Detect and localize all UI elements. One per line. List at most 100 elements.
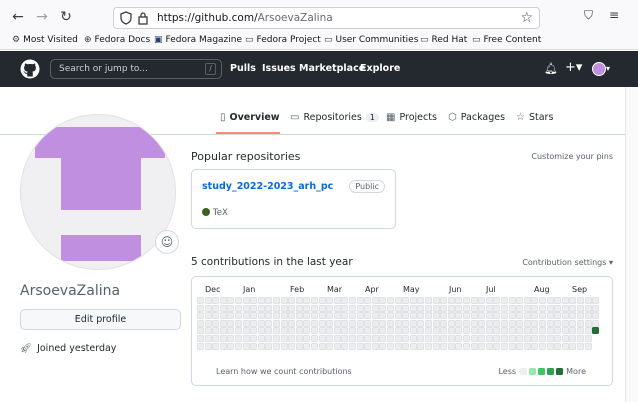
contribution-day[interactable]	[318, 312, 326, 320]
contribution-day[interactable]	[349, 327, 356, 335]
contribution-day[interactable]	[440, 304, 448, 312]
page-scrollbar[interactable]	[625, 87, 638, 402]
contribution-day[interactable]	[288, 327, 296, 335]
contribution-day[interactable]	[516, 312, 524, 320]
plus-dropdown-icon[interactable]: +▾	[565, 60, 582, 75]
contribution-day[interactable]	[326, 312, 334, 320]
contribution-day[interactable]	[341, 312, 349, 320]
contribution-day[interactable]	[417, 327, 425, 335]
contribution-day[interactable]	[280, 319, 288, 327]
contribution-day[interactable]	[235, 319, 242, 327]
contribution-day[interactable]	[212, 327, 220, 335]
contribution-day[interactable]	[280, 297, 288, 304]
contribution-day[interactable]	[402, 319, 410, 327]
contribution-day[interactable]	[409, 327, 417, 335]
contribution-day[interactable]	[577, 319, 584, 327]
contribution-day[interactable]	[425, 312, 432, 320]
contribution-day[interactable]	[318, 297, 326, 304]
contribution-day[interactable]	[303, 319, 311, 327]
contribution-day[interactable]	[447, 342, 455, 350]
user-avatar-menu[interactable]	[592, 62, 606, 76]
contribution-day[interactable]	[387, 312, 394, 320]
contribution-day[interactable]	[447, 335, 455, 342]
contribution-day[interactable]	[235, 312, 242, 320]
contribution-day[interactable]	[288, 304, 296, 312]
contribution-day[interactable]	[539, 312, 546, 320]
bookmark-user-communities[interactable]: ▭ User Communities	[324, 35, 418, 45]
contribution-day[interactable]	[364, 327, 372, 335]
contribution-day[interactable]	[387, 342, 394, 350]
contribution-day[interactable]	[493, 304, 501, 312]
contribution-day[interactable]	[501, 319, 508, 327]
contribution-day[interactable]	[219, 327, 227, 335]
tab-overview[interactable]: ▯ Overview	[220, 112, 280, 123]
contribution-day[interactable]	[379, 327, 387, 335]
contribution-day[interactable]	[584, 319, 592, 327]
contribution-day[interactable]	[212, 312, 220, 320]
contribution-day[interactable]	[371, 342, 379, 350]
contribution-day[interactable]	[288, 297, 296, 304]
contribution-day[interactable]	[311, 342, 318, 350]
contribution-day[interactable]	[478, 327, 486, 335]
contribution-day[interactable]	[402, 304, 410, 312]
contribution-day[interactable]	[493, 297, 501, 304]
contribution-day[interactable]	[561, 335, 569, 342]
contribution-day[interactable]	[485, 312, 493, 320]
contribution-day[interactable]	[561, 297, 569, 304]
contribution-day[interactable]	[546, 304, 554, 312]
contribution-day[interactable]	[311, 319, 318, 327]
contribution-day[interactable]	[364, 297, 372, 304]
contribution-day[interactable]	[470, 319, 478, 327]
contribution-day[interactable]	[349, 312, 356, 320]
contribution-day[interactable]	[508, 304, 516, 312]
contribution-day[interactable]	[463, 335, 470, 342]
contribution-day[interactable]	[409, 304, 417, 312]
contribution-day[interactable]	[250, 335, 258, 342]
contribution-day[interactable]	[257, 319, 265, 327]
contribution-day[interactable]	[523, 297, 531, 304]
contribution-day[interactable]	[455, 304, 463, 312]
contribution-day[interactable]	[326, 319, 334, 327]
bookmark-red-hat[interactable]: ▭ Red Hat	[420, 35, 467, 45]
contribution-day[interactable]	[197, 342, 204, 350]
contribution-day[interactable]	[577, 327, 584, 335]
contribution-day[interactable]	[463, 297, 470, 304]
contribution-day[interactable]	[371, 312, 379, 320]
reload-icon[interactable]: ↻	[56, 7, 76, 27]
contribution-day[interactable]	[250, 304, 258, 312]
contribution-day[interactable]	[295, 342, 303, 350]
menu-icon[interactable]: ≡	[609, 8, 619, 22]
contribution-day[interactable]	[280, 342, 288, 350]
contribution-day[interactable]	[394, 312, 402, 320]
contribution-day[interactable]	[539, 335, 546, 342]
contribution-day[interactable]	[455, 342, 463, 350]
contribution-day[interactable]	[569, 335, 577, 342]
contribution-day[interactable]	[295, 304, 303, 312]
contribution-day[interactable]	[318, 335, 326, 342]
contribution-day[interactable]	[470, 312, 478, 320]
contribution-day[interactable]	[394, 297, 402, 304]
contribution-day[interactable]	[349, 335, 356, 342]
contribution-day[interactable]	[440, 327, 448, 335]
contribution-day[interactable]	[584, 304, 592, 312]
contribution-day[interactable]	[569, 319, 577, 327]
repo-name-link[interactable]: study_2022-2023_arh_pc	[202, 181, 333, 192]
contribution-day[interactable]	[447, 297, 455, 304]
contribution-day[interactable]	[531, 304, 539, 312]
contribution-day[interactable]	[592, 304, 600, 312]
edit-profile-button[interactable]: Edit profile	[20, 309, 181, 330]
contribution-day[interactable]	[318, 342, 326, 350]
contribution-day[interactable]	[508, 342, 516, 350]
contribution-day[interactable]	[273, 327, 280, 335]
contribution-day[interactable]	[531, 319, 539, 327]
contribution-day[interactable]	[341, 327, 349, 335]
contribution-day[interactable]	[539, 327, 546, 335]
bookmark-star-icon[interactable]: ☆	[520, 10, 533, 26]
contribution-day[interactable]	[242, 304, 250, 312]
contribution-day[interactable]	[409, 297, 417, 304]
contribution-day[interactable]	[485, 297, 493, 304]
contribution-day[interactable]	[288, 319, 296, 327]
contribution-day[interactable]	[235, 297, 242, 304]
contribution-day[interactable]	[311, 335, 318, 342]
contribution-day[interactable]	[349, 297, 356, 304]
